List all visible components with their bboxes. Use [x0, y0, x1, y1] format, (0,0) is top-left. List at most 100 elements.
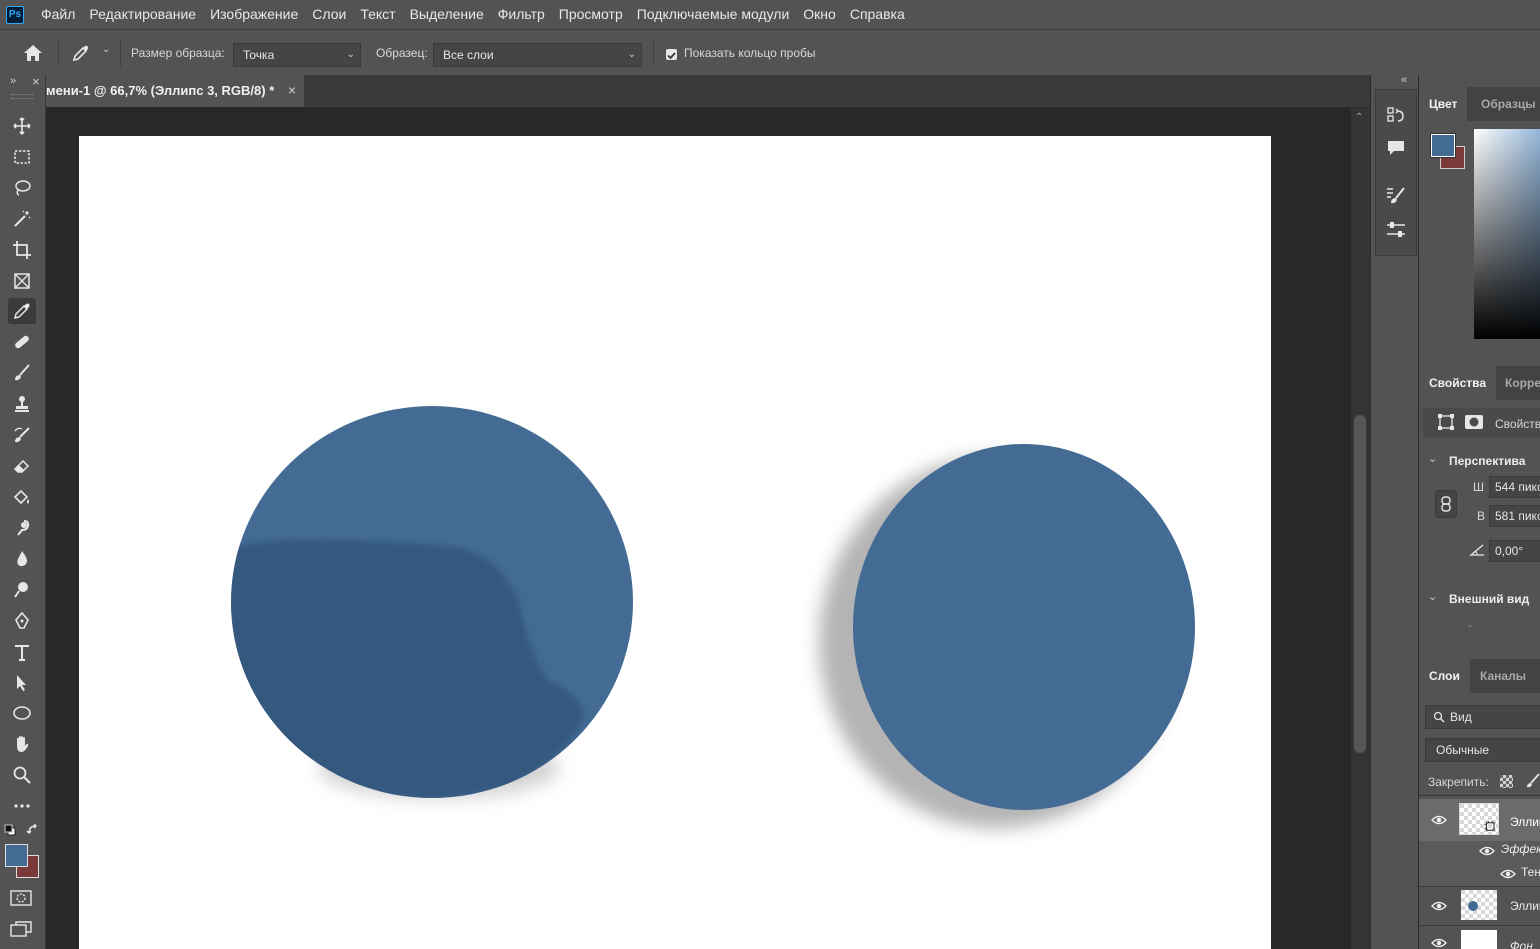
swap-colors-icon[interactable] [26, 823, 40, 837]
magic-wand-icon[interactable] [8, 206, 36, 232]
chevron-down-icon[interactable]: ⌄ [102, 44, 110, 55]
layers-panel-tabs: Слои Каналы [1419, 659, 1540, 693]
tab-swatches[interactable]: Образцы [1471, 87, 1540, 121]
quick-mask-icon[interactable] [10, 890, 32, 906]
chevron-down-icon[interactable]: ⌄ [1428, 452, 1437, 465]
tab-properties[interactable]: Свойства [1419, 366, 1497, 400]
default-colors-icon[interactable] [4, 824, 16, 836]
close-icon[interactable]: × [288, 75, 296, 106]
link-icon[interactable] [1435, 490, 1457, 518]
lock-paint-icon[interactable] [1525, 773, 1540, 789]
menu-help[interactable]: Справка [843, 0, 912, 29]
color-picker-field[interactable] [1474, 129, 1540, 339]
layer-name[interactable]: Эллипс [1510, 899, 1540, 913]
menu-layer[interactable]: Слои [305, 0, 353, 29]
lasso-icon[interactable] [8, 175, 36, 201]
panel-grip[interactable] [11, 94, 33, 99]
document-tab[interactable]: мени-1 @ 66,7% (Эллипс 3, RGB/8) * × [46, 75, 304, 107]
menu-filter[interactable]: Фильтр [491, 0, 552, 29]
canvas-artwork [231, 406, 1195, 828]
menu-image[interactable]: Изображение [203, 0, 305, 29]
document-canvas[interactable] [79, 136, 1271, 949]
lock-transparency-icon[interactable] [1500, 775, 1513, 788]
hand-icon[interactable] [8, 731, 36, 757]
crop-icon[interactable] [8, 237, 36, 263]
smudge-icon[interactable] [8, 515, 36, 541]
sample-layers-select[interactable]: Все слои ⌄ [433, 43, 642, 67]
ellipse-icon[interactable] [8, 700, 36, 726]
mask-icon[interactable] [1464, 413, 1484, 431]
history-panel-icon[interactable] [1385, 104, 1407, 126]
show-ring-checkbox[interactable] [666, 49, 677, 60]
eyedropper-icon[interactable] [8, 298, 36, 324]
tab-adjustments[interactable]: Корре [1495, 366, 1540, 400]
visibility-eye-icon[interactable] [1500, 868, 1516, 880]
color-panel-tabs: Цвет Образцы [1419, 87, 1540, 121]
visibility-eye-icon[interactable] [1479, 845, 1495, 857]
document-tab-bar: мени-1 @ 66,7% (Эллипс 3, RGB/8) * × [46, 75, 1370, 108]
layer-effects-label[interactable]: Эффекты [1501, 842, 1540, 856]
menu-type[interactable]: Текст [353, 0, 402, 29]
photoshop-logo[interactable]: Ps [6, 5, 24, 24]
layer-name[interactable]: Фон [1510, 939, 1533, 949]
layer-name[interactable]: Эллипс [1510, 815, 1540, 829]
layer-thumbnail [1459, 803, 1499, 835]
more-icon[interactable] [8, 793, 36, 819]
home-icon[interactable] [22, 43, 44, 63]
transform-icon[interactable] [1437, 413, 1455, 431]
frame-icon[interactable] [8, 268, 36, 294]
paint-bucket-icon[interactable] [8, 484, 36, 510]
blend-mode-select[interactable]: Обычные [1425, 738, 1540, 762]
visibility-eye-icon[interactable] [1431, 937, 1447, 949]
chevron-down-icon[interactable]: ⌄ [1428, 590, 1437, 603]
visibility-eye-icon[interactable] [1431, 814, 1447, 826]
dodge-icon[interactable] [8, 577, 36, 603]
eyedropper-preset-icon[interactable] [70, 43, 92, 63]
collapse-panels-icon[interactable]: « [1401, 74, 1407, 86]
layer-thumbnail [1461, 890, 1497, 920]
pen-icon[interactable] [8, 608, 36, 634]
adjustments-icon[interactable] [1385, 219, 1407, 241]
tab-color[interactable]: Цвет [1419, 87, 1468, 121]
move-icon[interactable] [8, 113, 36, 139]
eraser-icon[interactable] [8, 453, 36, 479]
menu-select[interactable]: Выделение [403, 0, 491, 29]
path-selection-icon[interactable] [8, 670, 36, 696]
blend-mode-value: Обычные [1436, 743, 1490, 757]
close-icon[interactable]: × [32, 74, 40, 89]
chevron-down-icon: ⌄ [627, 49, 636, 60]
marquee-icon[interactable] [8, 144, 36, 170]
angle-field[interactable]: 0,00° [1489, 540, 1540, 562]
menu-file[interactable]: Файл [34, 0, 82, 29]
width-field[interactable]: 544 пикс [1489, 476, 1540, 498]
menu-view[interactable]: Просмотр [552, 0, 630, 29]
tab-layers[interactable]: Слои [1419, 659, 1470, 693]
right-circle [853, 444, 1195, 810]
menu-window[interactable]: Окно [796, 0, 843, 29]
type-icon[interactable] [8, 639, 36, 665]
scroll-up-icon[interactable]: ⌃ [1355, 112, 1363, 123]
layer-filter-value: Вид [1450, 710, 1472, 724]
height-field[interactable]: 581 пикс [1489, 505, 1540, 527]
sample-size-select[interactable]: Точка ⌄ [233, 43, 361, 67]
visibility-eye-icon[interactable] [1431, 900, 1447, 912]
clone-stamp-icon[interactable] [8, 391, 36, 417]
comments-icon[interactable] [1385, 137, 1407, 159]
blur-icon[interactable] [8, 546, 36, 572]
expand-panel-icon[interactable]: » [10, 75, 16, 87]
vertical-scroll-thumb[interactable] [1354, 415, 1366, 753]
healing-brush-icon[interactable] [8, 329, 36, 355]
menu-plugins[interactable]: Подключаемые модули [630, 0, 797, 29]
brush-icon[interactable] [8, 360, 36, 386]
foreground-color-swatch[interactable] [5, 844, 28, 867]
menu-edit[interactable]: Редактирование [82, 0, 203, 29]
properties-sub-label: Свойства [1495, 417, 1540, 431]
tools-panel: » × [0, 74, 46, 949]
screen-mode-icon[interactable] [10, 920, 32, 938]
drop-shadow-effect-label[interactable]: Тень [1521, 865, 1540, 879]
brush-settings-icon[interactable] [1385, 185, 1407, 207]
history-brush-icon[interactable] [8, 422, 36, 448]
tab-channels[interactable]: Каналы [1470, 659, 1536, 693]
panel-foreground-swatch[interactable] [1430, 133, 1456, 158]
zoom-icon[interactable] [8, 762, 36, 788]
